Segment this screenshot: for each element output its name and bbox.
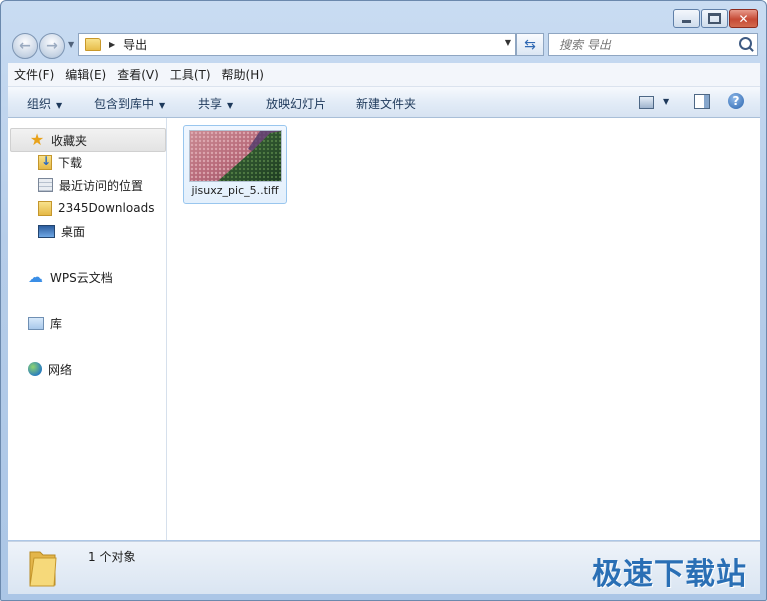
sidebar-item-label: 库: [50, 316, 63, 331]
minimize-icon: [682, 20, 691, 23]
sidebar-item-label: WPS云文档: [50, 270, 113, 285]
menu-tools[interactable]: 工具(T): [164, 66, 216, 83]
file-list-area[interactable]: jisuxz_pic_5..tiff: [167, 118, 760, 540]
breadcrumb-current[interactable]: 导出: [123, 36, 147, 53]
search-icon[interactable]: [739, 37, 752, 50]
cloud-icon: ☁: [28, 268, 43, 286]
slideshow-button[interactable]: 放映幻灯片: [266, 95, 326, 112]
organize-button[interactable]: 组织 ▼: [27, 95, 62, 112]
navigation-row: ← → ▼ ▶ 导出 ▼ ⇆: [1, 29, 766, 61]
file-item[interactable]: jisuxz_pic_5..tiff: [183, 125, 287, 204]
sidebar-item-label: 收藏夹: [51, 133, 88, 148]
menu-edit[interactable]: 编辑(E): [59, 66, 111, 83]
recent-places-icon: [38, 178, 53, 192]
search-input[interactable]: [557, 36, 736, 53]
library-icon: [28, 316, 44, 330]
minimize-button[interactable]: [673, 9, 700, 28]
chevron-down-icon: ▼: [56, 101, 63, 110]
include-library-label: 包含到库中: [94, 97, 155, 111]
sidebar-item-libraries[interactable]: 库: [28, 312, 62, 334]
sidebar-item-label: 最近访问的位置: [59, 178, 144, 193]
folder-icon: [29, 551, 57, 587]
star-icon: ★: [29, 130, 45, 149]
refresh-icon: ⇆: [524, 36, 536, 53]
search-box[interactable]: [548, 33, 758, 56]
menu-file[interactable]: 文件(F): [8, 66, 59, 83]
desktop-icon: [38, 224, 55, 238]
forward-arrow-icon: →: [46, 38, 58, 54]
sidebar-item-desktop[interactable]: 桌面: [38, 220, 85, 242]
chevron-down-icon: ▼: [159, 101, 166, 110]
tiff-thumbnail-image: [190, 131, 281, 181]
close-button[interactable]: ✕: [729, 9, 758, 28]
command-bar: 组织 ▼ 包含到库中 ▼ 共享 ▼ 放映幻灯片 新建文件夹 ▼ ?: [8, 87, 760, 118]
sidebar-item-downloads[interactable]: 下载: [38, 151, 82, 173]
caption-buttons: ✕: [673, 9, 758, 28]
chevron-down-icon: ▼: [227, 101, 234, 110]
recent-pages-dropdown[interactable]: ▼: [68, 40, 74, 49]
view-options-dropdown[interactable]: ▼: [663, 97, 669, 106]
breadcrumb-separator-icon[interactable]: ▶: [109, 40, 115, 49]
new-folder-button[interactable]: 新建文件夹: [356, 95, 416, 112]
close-icon: ✕: [738, 11, 749, 26]
address-bar[interactable]: ▶ 导出 ▼: [78, 33, 516, 56]
network-icon: [28, 362, 42, 376]
file-name[interactable]: jisuxz_pic_5..tiff: [184, 184, 286, 197]
watermark-logo: 极速下载站: [592, 557, 747, 592]
explorer-window: ✕ ← → ▼ ▶ 导出 ▼ ⇆ 文件(F) 编辑(E) 查看(V) 工具(T)…: [0, 0, 767, 601]
sidebar-item-label: 2345Downloads: [58, 201, 155, 215]
sidebar-item-network[interactable]: 网络: [28, 358, 72, 380]
sidebar-item-favorites[interactable]: ★ 收藏夹: [10, 128, 166, 152]
preview-pane-icon[interactable]: [694, 94, 710, 109]
share-label: 共享: [198, 97, 223, 111]
menu-bar: 文件(F) 编辑(E) 查看(V) 工具(T) 帮助(H): [8, 63, 760, 87]
maximize-icon: [708, 13, 721, 24]
refresh-button[interactable]: ⇆: [516, 33, 544, 56]
change-view-icon[interactable]: [639, 96, 654, 109]
back-arrow-icon: ←: [19, 38, 31, 54]
sidebar-item-label: 下载: [58, 155, 83, 170]
forward-button[interactable]: →: [39, 33, 65, 59]
item-count: 1 个对象: [88, 550, 136, 564]
menu-help[interactable]: 帮助(H): [216, 66, 269, 83]
navigation-pane: ★ 收藏夹 下载 最近访问的位置 2345Downloads 桌面 ☁ WPS云…: [8, 118, 167, 540]
help-icon[interactable]: ?: [728, 93, 744, 109]
sidebar-item-2345downloads[interactable]: 2345Downloads: [38, 197, 154, 219]
maximize-button[interactable]: [701, 9, 728, 28]
back-button[interactable]: ←: [12, 33, 38, 59]
organize-label: 组织: [27, 97, 52, 111]
sidebar-item-wps-cloud[interactable]: ☁ WPS云文档: [28, 266, 113, 288]
sidebar-item-recent-places[interactable]: 最近访问的位置: [38, 174, 143, 196]
menu-view[interactable]: 查看(V): [111, 66, 164, 83]
include-library-button[interactable]: 包含到库中 ▼: [94, 95, 165, 112]
download-folder-icon: [38, 154, 52, 170]
sidebar-item-label: 网络: [48, 362, 73, 377]
folder-icon: [85, 38, 101, 51]
folder-icon: [38, 200, 52, 216]
sidebar-item-label: 桌面: [61, 224, 86, 239]
image-thumbnail: [189, 130, 282, 182]
address-history-dropdown[interactable]: ▼: [505, 38, 511, 47]
details-pane: 1 个对象 极速下载站: [8, 541, 760, 594]
share-button[interactable]: 共享 ▼: [198, 95, 233, 112]
